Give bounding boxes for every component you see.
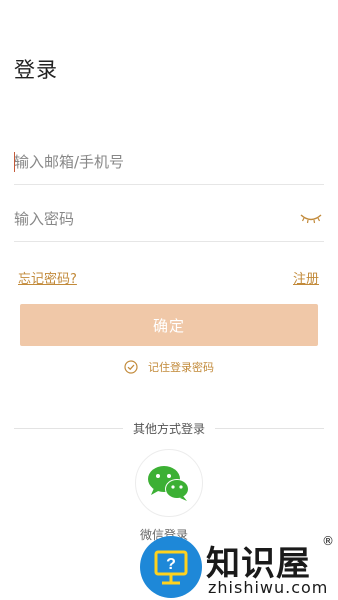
divider-line-right — [215, 427, 325, 429]
svg-text:?: ? — [166, 556, 176, 573]
email-input[interactable] — [14, 139, 284, 184]
watermark-registered: ® — [322, 534, 334, 548]
watermark-domain: zhishiwu.com — [208, 578, 329, 597]
confirm-button[interactable]: 确定 — [20, 304, 318, 346]
wechat-icon — [148, 466, 189, 501]
remember-password-toggle[interactable]: 记住登录密码 — [124, 359, 214, 375]
forgot-password-link[interactable]: 忘记密码? — [18, 268, 77, 287]
wechat-login-button[interactable] — [135, 449, 203, 517]
other-login-label: 其他方式登录 — [133, 421, 206, 436]
text-caret — [14, 152, 15, 172]
email-field[interactable] — [14, 139, 324, 185]
watermark: ? 知识屋 ® zhishiwu.com — [136, 532, 338, 600]
other-login-divider: 其他方式登录 — [14, 420, 325, 436]
password-field[interactable] — [14, 196, 324, 242]
help-monitor-icon: ? — [140, 536, 202, 598]
password-input[interactable] — [14, 196, 284, 241]
remember-password-label: 记住登录密码 — [148, 361, 214, 374]
eye-closed-icon[interactable] — [300, 212, 322, 226]
register-link[interactable]: 注册 — [293, 268, 319, 287]
page-title: 登录 — [14, 58, 58, 82]
check-circle-icon — [124, 360, 138, 374]
divider-line-left — [14, 427, 123, 429]
